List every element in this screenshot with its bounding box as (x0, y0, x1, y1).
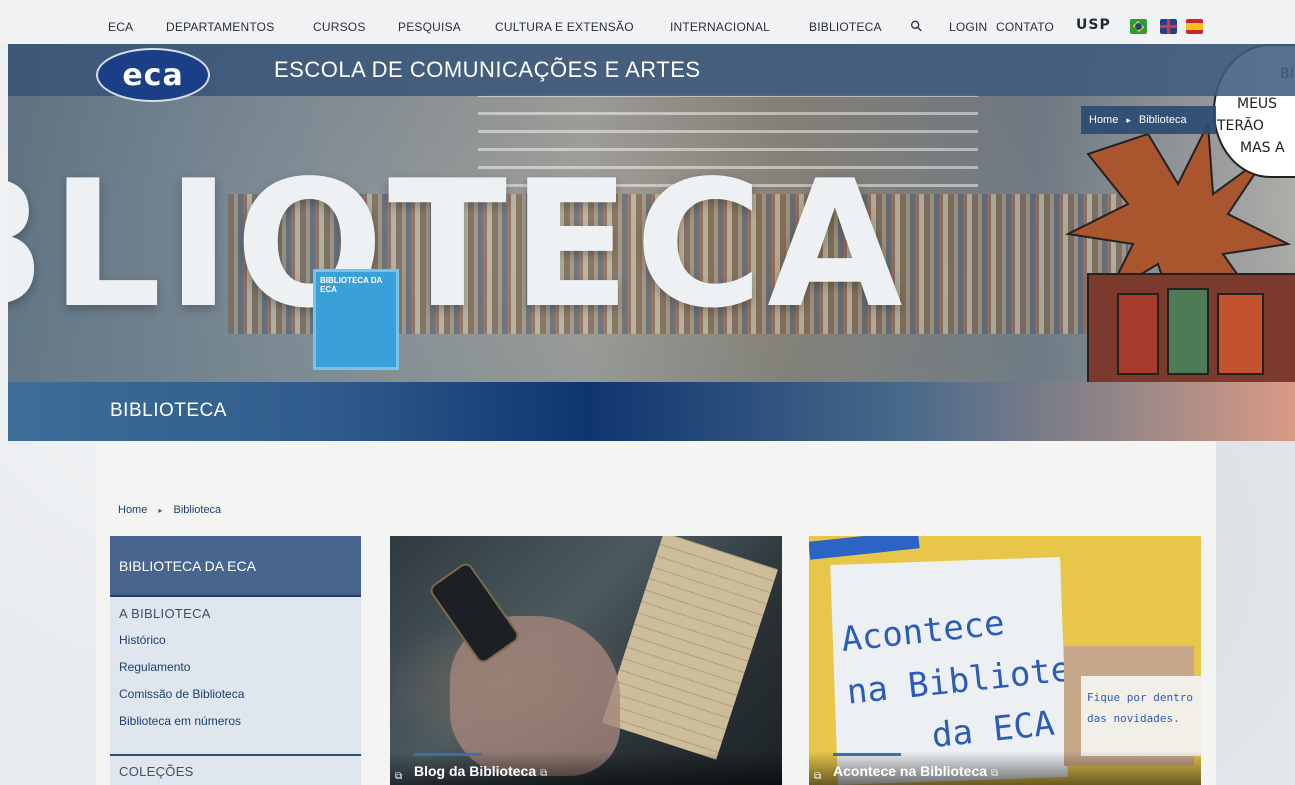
card-accent-bar (414, 753, 482, 756)
sidenav-group-a-biblioteca[interactable]: A BIBLIOTECA (119, 606, 211, 621)
external-link-icon: ⧉ (991, 768, 999, 779)
sidenav-link-regulamento[interactable]: Regulamento (119, 660, 190, 674)
sticky-line-1: Fique por dentro (1087, 691, 1193, 704)
card-label-text: Acontece na Biblioteca (833, 763, 988, 779)
card-photo-sticky-note: Fique por dentro das novidades. (1081, 676, 1201, 756)
sidenav-title[interactable]: BIBLIOTECA DA ECA (110, 536, 361, 597)
chevron-right-icon: ▸ (1126, 114, 1131, 125)
section-title-band: BIBLIOTECA (8, 382, 1295, 441)
eca-logo[interactable]: eca (96, 48, 210, 102)
card-caption: ⧉ Blog da Biblioteca ⧉ (390, 751, 782, 785)
hero-breadcrumb-home[interactable]: Home (1089, 114, 1118, 126)
hero-breadcrumb: Home ▸ Biblioteca (1081, 106, 1216, 134)
side-navigation: BIBLIOTECA DA ECA A BIBLIOTECA Histórico… (110, 536, 361, 785)
search-icon[interactable]: ⚲ (906, 16, 927, 36)
card-label-text: Blog da Biblioteca (414, 763, 537, 779)
spain-flag-icon[interactable] (1186, 19, 1203, 34)
sidenav-group-colecoes[interactable]: COLEÇÕES (119, 764, 194, 779)
speech-line-4: MAS A (1240, 140, 1285, 156)
sidenav-link-comissao[interactable]: Comissão de Biblioteca (119, 687, 244, 701)
nav-contato[interactable]: CONTATO (996, 20, 1054, 34)
content-area: Home ▸ Biblioteca BIBLIOTECA DA ECA A BI… (96, 441, 1216, 785)
brazil-flag-icon[interactable] (1130, 19, 1147, 34)
nav-cultura-extensao[interactable]: CULTURA E EXTENSÃO (495, 20, 634, 34)
card-caption: ⧉ Acontece na Biblioteca ⧉ (809, 751, 1201, 785)
sticky-line-2: das novidades. (1087, 711, 1180, 725)
nav-departamentos[interactable]: DEPARTAMENTOS (166, 20, 274, 34)
external-link-icon: ⧉ (814, 771, 822, 782)
nav-biblioteca[interactable]: BIBLIOTECA (809, 20, 882, 34)
uk-flag-icon[interactable] (1160, 19, 1177, 34)
usp-logo[interactable]: USP (1076, 17, 1116, 35)
hero-big-word: BLIOTECA (8, 144, 907, 347)
nav-login[interactable]: LOGIN (949, 20, 987, 34)
nav-pesquisa[interactable]: PESQUISA (398, 20, 461, 34)
nav-eca[interactable]: ECA (108, 20, 133, 34)
nav-cursos[interactable]: CURSOS (313, 20, 366, 34)
sidenav-divider (110, 754, 361, 756)
hero-breadcrumb-current[interactable]: Biblioteca (1139, 114, 1187, 126)
hero-poster: BIBLIOTECA DA ECA (313, 269, 399, 370)
external-link-icon: ⧉ (540, 768, 548, 779)
breadcrumb: Home ▸ Biblioteca (118, 504, 221, 516)
card-label[interactable]: Acontece na Biblioteca ⧉ (833, 763, 998, 779)
card-photo-blue-tab (809, 536, 920, 560)
hero-banner: BLIOTECA BIBLIOTECA DA ECA BI MEUS TERÃO… (8, 44, 1295, 441)
chevron-right-icon: ▸ (158, 506, 163, 515)
sidenav-link-historico[interactable]: Histórico (119, 633, 166, 647)
external-link-icon: ⧉ (395, 771, 403, 782)
breadcrumb-home[interactable]: Home (118, 504, 147, 516)
speech-line-2: MEUS (1237, 96, 1278, 112)
card-accent-bar (833, 753, 901, 756)
card-label[interactable]: Blog da Biblioteca ⧉ (414, 763, 547, 779)
site-title[interactable]: ESCOLA DE COMUNICAÇÕES E ARTES (274, 57, 701, 83)
section-title: BIBLIOTECA (110, 400, 227, 421)
card-photo-notebook (602, 536, 778, 760)
nav-internacional[interactable]: INTERNACIONAL (670, 20, 770, 34)
hero-poster-text: BIBLIOTECA DA ECA (320, 276, 383, 294)
speech-line-3: TERÃO (1217, 118, 1264, 134)
card-acontece-biblioteca[interactable]: Acontece na Biblioteca da ECA Fique por … (809, 536, 1201, 785)
sidenav-link-numeros[interactable]: Biblioteca em números (119, 714, 241, 728)
card-blog-biblioteca[interactable]: ⧉ Blog da Biblioteca ⧉ (390, 536, 782, 785)
top-nav: ECA DEPARTAMENTOS CURSOS PESQUISA CULTUR… (0, 0, 1295, 44)
breadcrumb-current[interactable]: Biblioteca (173, 504, 221, 516)
